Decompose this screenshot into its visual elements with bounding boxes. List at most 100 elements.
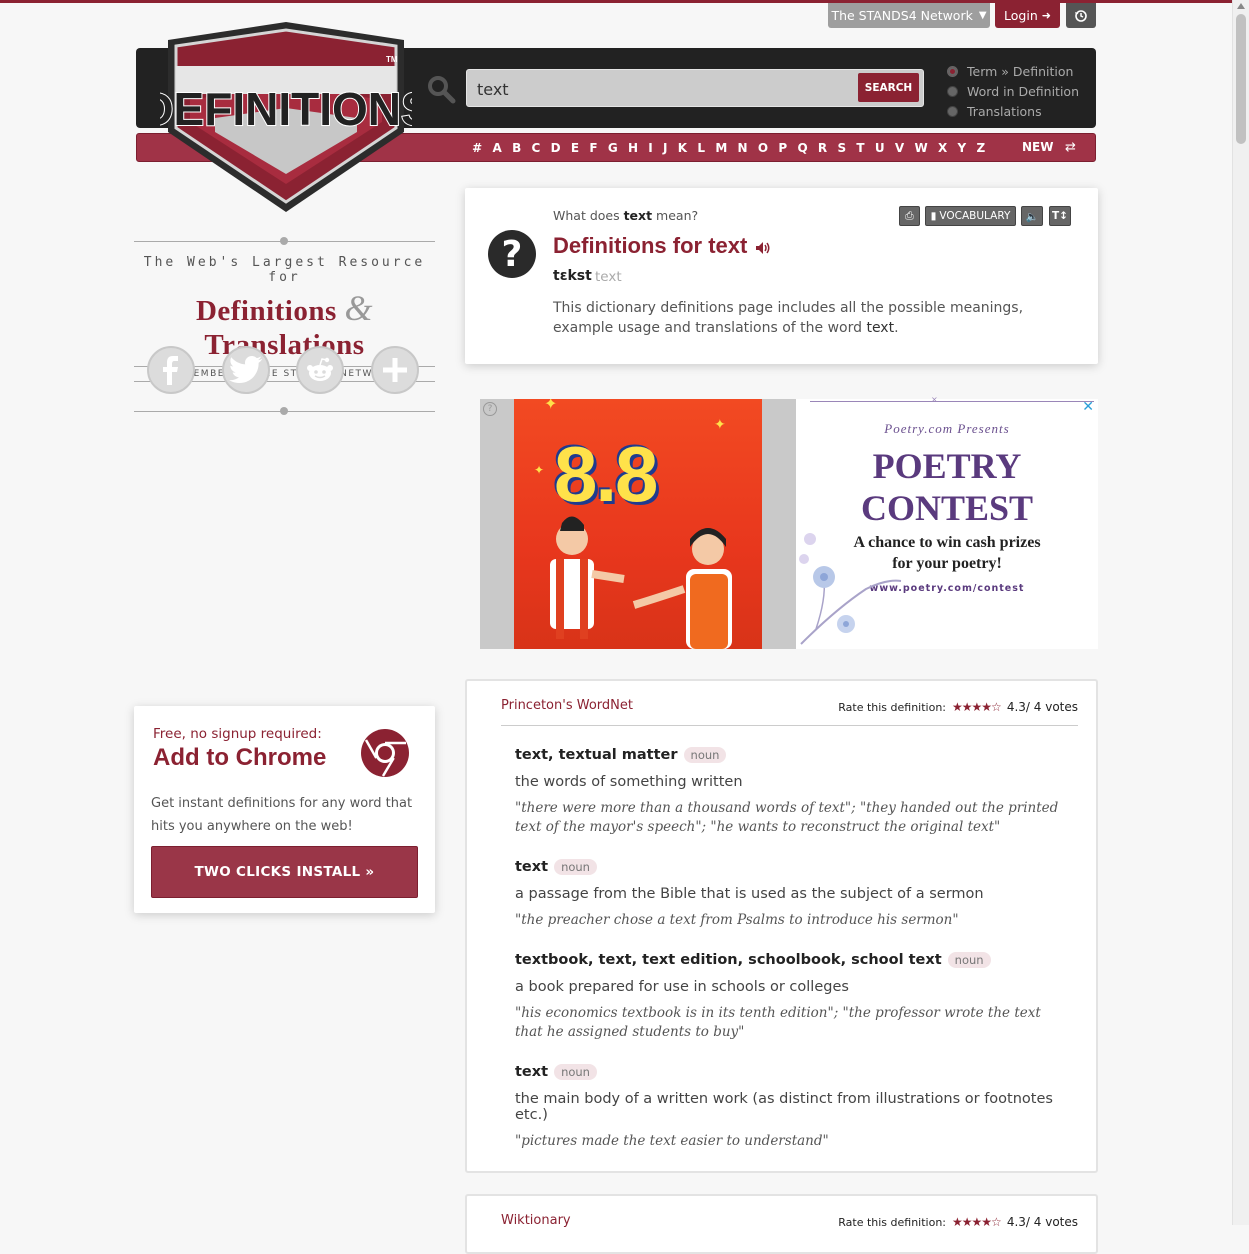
- stands4-network-button[interactable]: The STANDS4 Network ▼: [828, 3, 990, 28]
- vocabulary-label: VOCABULARY: [939, 210, 1011, 222]
- entry-example: "the preacher chose a text from Psalms t…: [515, 912, 959, 928]
- definition-entry: textbook, text, text edition, schoolbook…: [515, 952, 1060, 1042]
- letter-link[interactable]: G: [603, 141, 623, 155]
- letter-link[interactable]: D: [545, 141, 565, 155]
- ad-people-illustration: ✦ ✦ ✦: [534, 399, 732, 649]
- definition-entry: text, textual matter noun the words of so…: [515, 747, 1060, 837]
- scrollbar[interactable]: [1232, 0, 1249, 1225]
- letter-link[interactable]: V: [890, 141, 910, 155]
- letter-link[interactable]: M: [710, 141, 732, 155]
- letter-link[interactable]: A: [487, 141, 507, 155]
- rating-stars[interactable]: ★★★★☆: [952, 1215, 1002, 1229]
- ad-image[interactable]: 8.8 ✦ ✦ ✦: [514, 399, 762, 649]
- chrome-free-text: Free, no signup required:: [153, 726, 322, 742]
- entry-term: text, textual matter noun: [515, 747, 1060, 763]
- letter-link[interactable]: L: [692, 141, 710, 155]
- ad-banner-left[interactable]: ? 8.8 ✦ ✦ ✦: [480, 399, 796, 649]
- rating-stars[interactable]: ★★★★☆: [952, 700, 1002, 714]
- entry-example: "his economics textbook is in its tenth …: [515, 1005, 1041, 1040]
- letter-link[interactable]: P: [773, 141, 792, 155]
- shuffle-icon[interactable]: ⇄: [1065, 134, 1076, 161]
- letter-link[interactable]: B: [507, 141, 526, 155]
- search-box: SEARCH: [466, 69, 924, 108]
- definition-description: This dictionary definitions page include…: [553, 300, 1024, 336]
- rating-votes: / 4 votes: [1025, 700, 1078, 714]
- twitter-icon: [229, 356, 262, 383]
- vocabulary-button[interactable]: ▮ VOCABULARY: [925, 206, 1016, 226]
- social-buttons: [134, 346, 435, 398]
- entry-term: text noun: [515, 1064, 1060, 1080]
- letter-link[interactable]: J: [658, 141, 673, 155]
- letter-link[interactable]: X: [933, 141, 953, 155]
- speaker-icon[interactable]: [755, 241, 771, 255]
- volume-icon: 🔈: [1025, 210, 1039, 223]
- search-button[interactable]: SEARCH: [858, 73, 919, 102]
- radio-word-in-definition[interactable]: Word in Definition: [947, 81, 1079, 101]
- svg-text:TM: TM: [386, 55, 398, 64]
- entry-example: "there were more than a thousand words o…: [515, 800, 1059, 835]
- share-more-button[interactable]: [371, 346, 419, 394]
- install-button[interactable]: TWO CLICKS INSTALL »: [151, 846, 418, 898]
- letter-link[interactable]: N: [732, 141, 752, 155]
- letter-link[interactable]: #: [467, 141, 487, 155]
- print-button[interactable]: ⎙: [899, 206, 920, 226]
- letter-link[interactable]: T: [851, 141, 869, 155]
- letter-link[interactable]: K: [673, 141, 693, 155]
- twitter-button[interactable]: [222, 346, 270, 394]
- letter-link[interactable]: E: [566, 141, 584, 155]
- letter-link[interactable]: C: [526, 141, 545, 155]
- pos-badge: noun: [554, 1064, 597, 1080]
- letter-link[interactable]: Z: [971, 141, 990, 155]
- letter-link[interactable]: O: [753, 141, 773, 155]
- reddit-button[interactable]: [296, 346, 344, 394]
- letter-link[interactable]: H: [623, 141, 643, 155]
- ad-banner-right[interactable]: × ✕ Poetry.com Presents POETRY CONTEST A …: [796, 395, 1098, 649]
- flower-illustration: [799, 533, 902, 645]
- definitions-logo[interactable]: DEFINITIONS TM: [160, 22, 412, 214]
- what-does-line: What does text mean?: [553, 208, 699, 223]
- ad-help-icon[interactable]: ?: [483, 402, 497, 416]
- history-button[interactable]: [1066, 3, 1096, 28]
- radio-label: Term » Definition: [967, 63, 1074, 79]
- divider: [134, 404, 435, 419]
- scroll-up-arrow-icon[interactable]: [1237, 3, 1245, 9]
- letter-link[interactable]: Q: [792, 141, 812, 155]
- ad-close-icon[interactable]: ✕: [1082, 399, 1094, 415]
- history-icon: [1075, 9, 1087, 22]
- entry-definition: a passage from the Bible that is used as…: [515, 886, 984, 902]
- radio-icon: [947, 105, 958, 117]
- facebook-icon: [163, 356, 178, 385]
- wiktionary-definitions-card: Wiktionary Rate this definition: ★★★★☆ 4…: [465, 1194, 1098, 1254]
- font-size-button[interactable]: T↕: [1049, 206, 1071, 226]
- logo-text: DEFINITIONS: [160, 83, 412, 135]
- facebook-button[interactable]: [147, 346, 195, 394]
- letter-link[interactable]: U: [870, 141, 890, 155]
- entry-term: textbook, text, text edition, schoolbook…: [515, 952, 1060, 968]
- letter-link[interactable]: I: [643, 141, 658, 155]
- text-height-icon: T↕: [1052, 210, 1068, 222]
- add-to-chrome-card: Free, no signup required: Add to Chrome …: [134, 706, 435, 913]
- source-name[interactable]: Wiktionary: [501, 1213, 571, 1228]
- letter-link[interactable]: F: [584, 141, 602, 155]
- scrollbar-thumb[interactable]: [1236, 14, 1246, 144]
- wordnet-definitions-card: Princeton's WordNet Rate this definition…: [465, 679, 1098, 1173]
- audio-button[interactable]: 🔈: [1021, 206, 1043, 226]
- letter-link[interactable]: R: [813, 141, 833, 155]
- chrome-title: Add to Chrome: [153, 744, 327, 771]
- divider: [501, 725, 1078, 726]
- rate-label: Rate this definition:: [838, 1215, 947, 1229]
- source-name[interactable]: Princeton's WordNet: [501, 698, 633, 713]
- letter-link[interactable]: S: [832, 141, 851, 155]
- definition-header-card: ? What does text mean? Definitions for t…: [465, 188, 1098, 364]
- entry-term: text noun: [515, 859, 1060, 875]
- advertisement[interactable]: ? 8.8 ✦ ✦ ✦ × ✕ Poetry.com Presents POET…: [480, 395, 1098, 649]
- search-input[interactable]: [475, 70, 859, 108]
- radio-translations[interactable]: Translations: [947, 101, 1079, 121]
- login-button[interactable]: Login ➜: [995, 3, 1060, 28]
- search-icon: [428, 76, 456, 104]
- radio-term-definition[interactable]: Term » Definition: [947, 61, 1079, 81]
- letter-link[interactable]: W: [909, 141, 933, 155]
- letter-link[interactable]: Y: [952, 141, 971, 155]
- definition-entry: text noun a passage from the Bible that i…: [515, 859, 1060, 930]
- new-link[interactable]: NEW: [1022, 134, 1053, 161]
